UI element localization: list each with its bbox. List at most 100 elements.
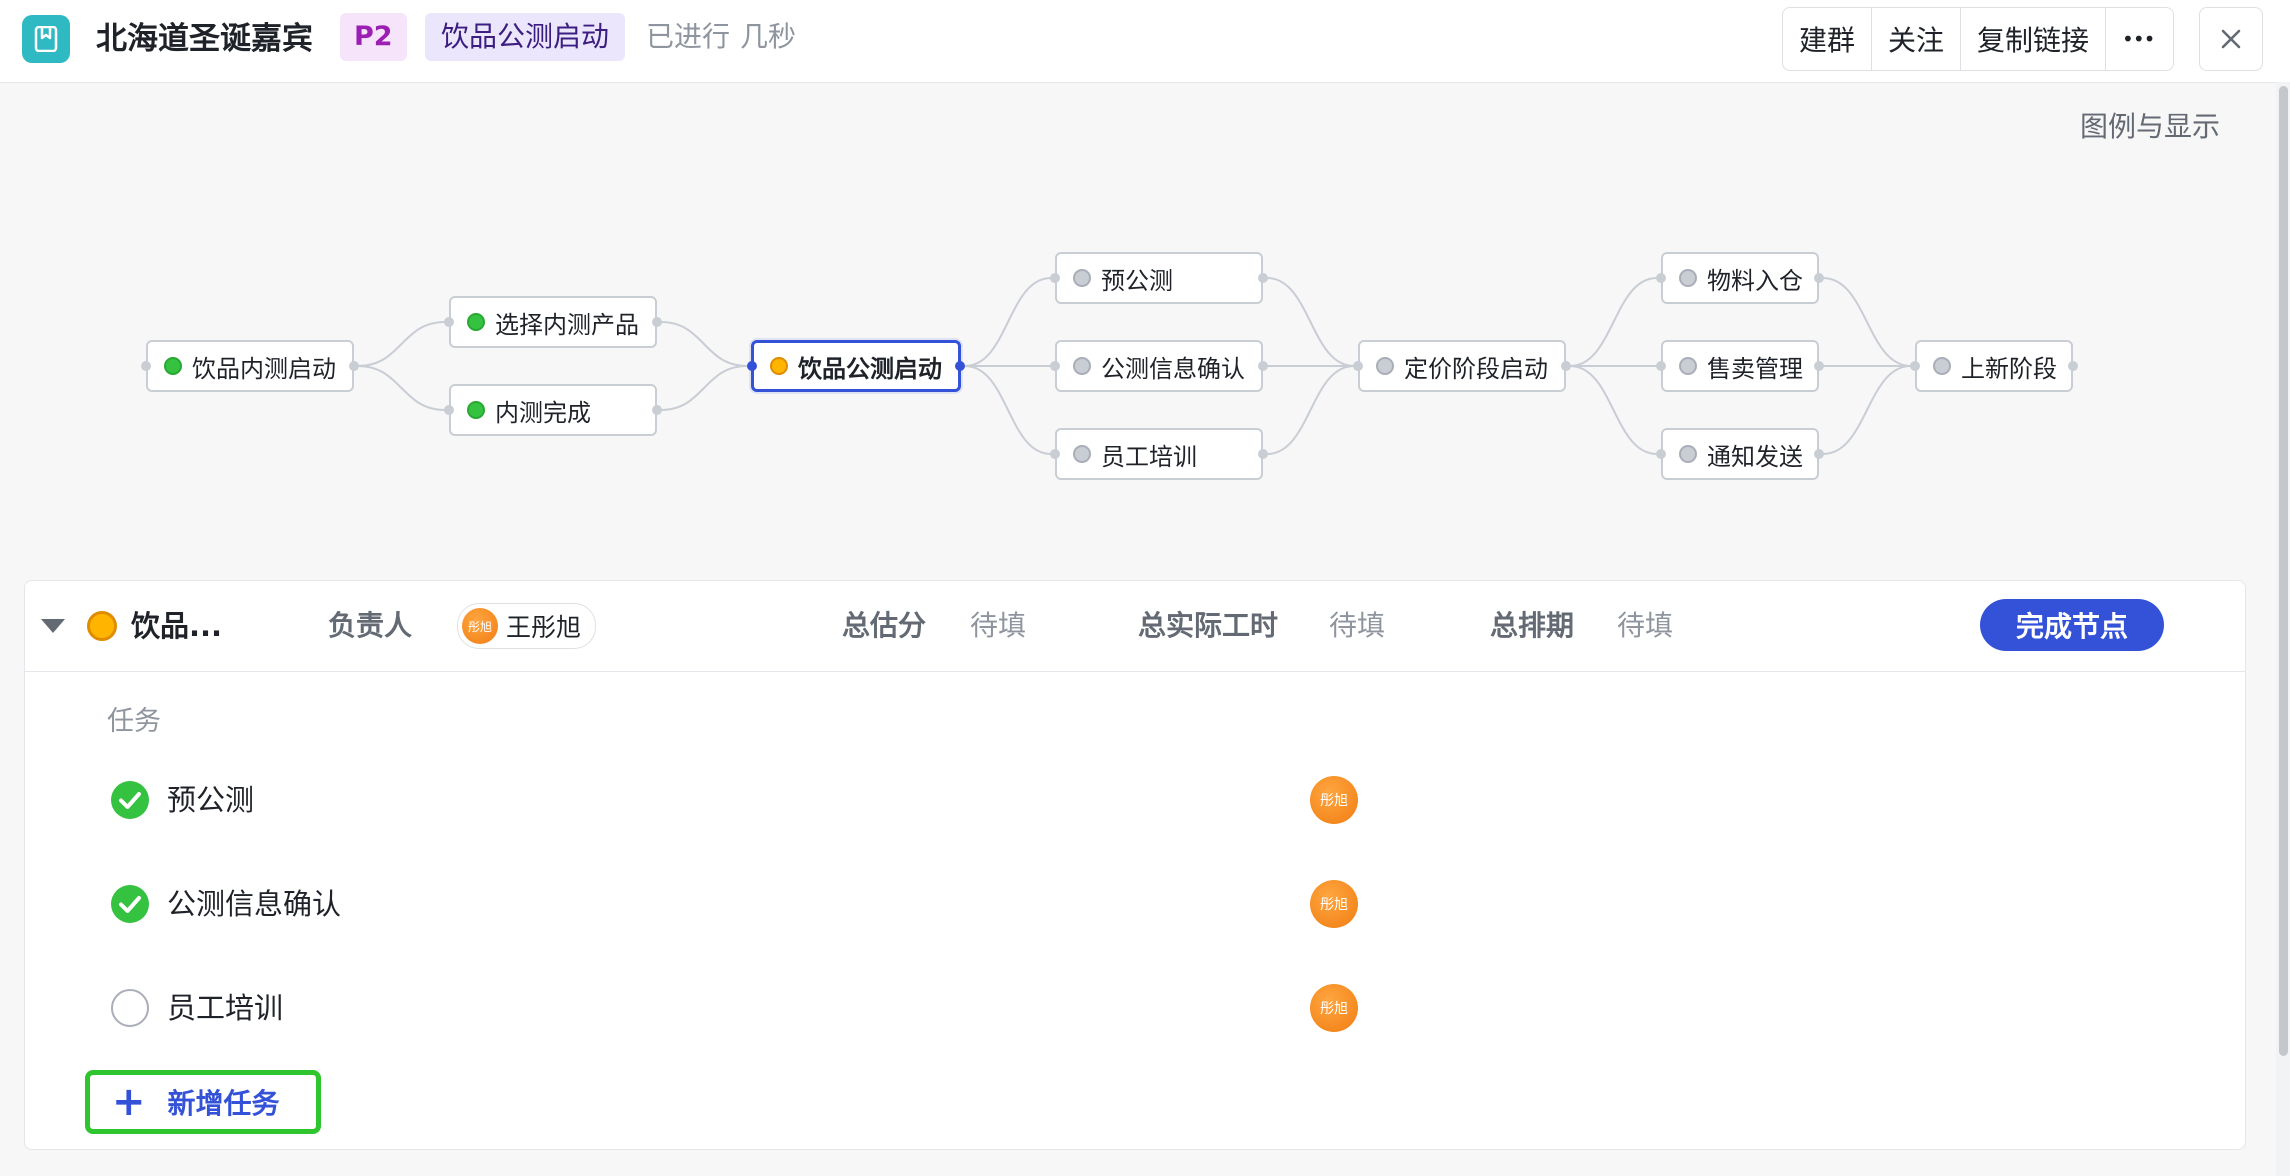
- close-button[interactable]: [2199, 7, 2263, 71]
- node-port-out: [1258, 273, 1268, 283]
- node-port-out: [652, 405, 662, 415]
- task-row[interactable]: 公测信息确认 彤旭: [25, 864, 2245, 944]
- flow-connector: [357, 365, 446, 411]
- node-status-dot-icon: [467, 401, 485, 419]
- flow-node[interactable]: 饮品公测启动: [747, 340, 965, 392]
- task-row[interactable]: 预公测 彤旭: [25, 760, 2245, 840]
- flow-node[interactable]: 物料入仓: [1656, 252, 1824, 304]
- flow-connector: [1569, 277, 1658, 367]
- copy-link-button[interactable]: 复制链接: [1961, 8, 2107, 70]
- add-task-label: 新增任务: [167, 1087, 280, 1120]
- avatar[interactable]: 彤旭: [1310, 880, 1358, 928]
- node-status-dot-icon: [1933, 357, 1951, 375]
- node-port-out: [1814, 361, 1824, 371]
- task-name[interactable]: 公测信息确认: [167, 884, 341, 924]
- header-action-group: 建群 关注 复制链接 •••: [1782, 7, 2174, 71]
- add-task-button[interactable]: + 新增任务: [85, 1070, 321, 1134]
- page-title: 北海道圣诞嘉宾: [96, 21, 313, 57]
- estimate-label: 总估分: [842, 609, 927, 642]
- flow-node-label: 饮品公测启动: [798, 354, 942, 383]
- node-port-out: [1258, 449, 1268, 459]
- flow-connector: [1569, 365, 1658, 455]
- flow-node[interactable]: 定价阶段启动: [1353, 340, 1571, 392]
- scrollbar-thumb[interactable]: [2279, 86, 2288, 1056]
- task-row[interactable]: 员工培训 彤旭: [25, 968, 2245, 1048]
- node-port-out: [1814, 449, 1824, 459]
- complete-node-button[interactable]: 完成节点: [1980, 599, 2164, 651]
- flow-connector: [1266, 365, 1355, 455]
- node-status-dot-icon: [1073, 269, 1091, 287]
- flow-node-label: 饮品内测启动: [192, 354, 336, 383]
- flow-node[interactable]: 售卖管理: [1656, 340, 1824, 392]
- more-options-button[interactable]: •••: [2106, 8, 2170, 70]
- flow-connector: [1822, 365, 1912, 455]
- schedule-label: 总排期: [1490, 609, 1575, 642]
- node-port-out: [955, 361, 965, 371]
- actual-hours-value[interactable]: 待填: [1329, 607, 1385, 645]
- node-port-in: [1050, 449, 1060, 459]
- node-port-in: [141, 361, 151, 371]
- owner-label: 负责人: [328, 609, 413, 642]
- create-group-button[interactable]: 建群: [1783, 8, 1873, 70]
- node-status-dot-icon: [467, 313, 485, 331]
- task-name[interactable]: 预公测: [167, 780, 254, 820]
- close-icon: [2221, 29, 2241, 49]
- elapsed-prefix: 已进行: [646, 20, 731, 53]
- tasks-heading: 任务: [107, 706, 161, 737]
- node-port-in: [1050, 361, 1060, 371]
- schedule-value[interactable]: 待填: [1617, 607, 1673, 645]
- elapsed-time: 已进行 几秒: [646, 16, 806, 58]
- avatar[interactable]: 彤旭: [1310, 776, 1358, 824]
- estimate-value[interactable]: 待填: [970, 607, 1026, 645]
- flow-node-label: 售卖管理: [1707, 354, 1803, 383]
- node-port-in: [1353, 361, 1363, 371]
- flow-node-label: 预公测: [1101, 266, 1173, 295]
- flow-node[interactable]: 员工培训: [1050, 428, 1268, 480]
- node-detail-header: 饮品... 负责人 彤旭 王彤旭 总估分 待填 总实际工时 待填 总排期 待填 …: [25, 581, 2245, 672]
- stage-tag: 饮品公测启动: [425, 13, 626, 61]
- node-port-out: [1258, 361, 1268, 371]
- task-name[interactable]: 员工培训: [167, 988, 283, 1028]
- node-status-dot-icon: [1073, 357, 1091, 375]
- more-icon: •••: [2122, 27, 2155, 51]
- flow-node[interactable]: 上新阶段: [1910, 340, 2078, 392]
- flow-connector: [660, 365, 748, 411]
- flow-connector: [964, 277, 1052, 367]
- node-port-out: [349, 361, 359, 371]
- flow-connector: [660, 321, 748, 367]
- flow-node-label: 通知发送: [1707, 442, 1803, 471]
- checked-circle-icon[interactable]: [111, 781, 149, 819]
- flow-node-label: 物料入仓: [1707, 266, 1803, 295]
- flow-connector: [1822, 277, 1912, 367]
- node-port-in: [444, 405, 454, 415]
- node-port-in: [1910, 361, 1920, 371]
- flow-node-label: 定价阶段启动: [1404, 354, 1548, 383]
- node-status-dot-icon: [1679, 357, 1697, 375]
- priority-tag[interactable]: P2: [340, 13, 407, 61]
- avatar: 彤旭: [462, 608, 498, 644]
- node-port-in: [444, 317, 454, 327]
- avatar[interactable]: 彤旭: [1310, 984, 1358, 1032]
- flow-node[interactable]: 公测信息确认: [1050, 340, 1268, 392]
- elapsed-value: 几秒: [740, 20, 797, 53]
- collapse-caret-icon[interactable]: [41, 619, 65, 633]
- document-icon[interactable]: [22, 15, 70, 63]
- node-port-in: [1656, 361, 1666, 371]
- flow-node[interactable]: 通知发送: [1656, 428, 1824, 480]
- owner-chip[interactable]: 彤旭 王彤旭: [457, 603, 597, 649]
- flow-node-label: 选择内测产品: [495, 310, 639, 339]
- node-name[interactable]: 饮品...: [131, 607, 222, 645]
- flow-node[interactable]: 饮品内测启动: [141, 340, 359, 392]
- actual-hours-label: 总实际工时: [1138, 609, 1279, 642]
- node-port-in: [747, 361, 757, 371]
- node-status-icon: [87, 611, 117, 641]
- checked-circle-icon[interactable]: [111, 885, 149, 923]
- flow-node[interactable]: 预公测: [1050, 252, 1268, 304]
- flow-node[interactable]: 选择内测产品: [444, 296, 662, 348]
- flow-connector: [357, 321, 446, 367]
- node-port-out: [652, 317, 662, 327]
- follow-button[interactable]: 关注: [1872, 8, 1962, 70]
- unchecked-circle-icon[interactable]: [111, 989, 149, 1027]
- flow-node[interactable]: 内测完成: [444, 384, 662, 436]
- owner-name: 王彤旭: [506, 613, 582, 642]
